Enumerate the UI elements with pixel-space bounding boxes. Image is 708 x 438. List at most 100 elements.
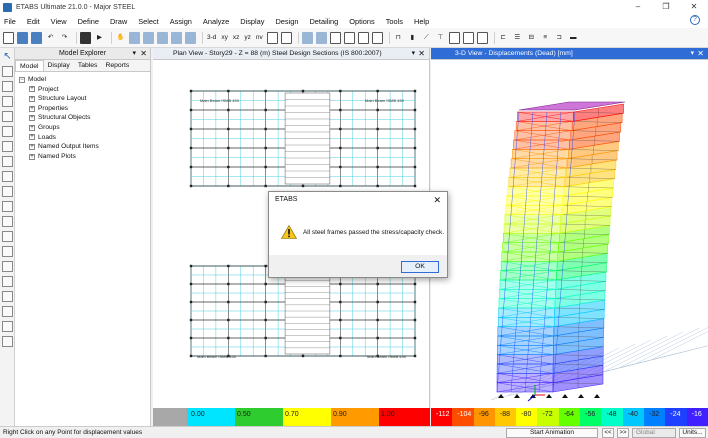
load-patterns-icon[interactable]: ≡ — [540, 32, 551, 44]
expand-icon[interactable]: + — [29, 86, 35, 93]
draw-dimension-icon[interactable] — [2, 216, 13, 227]
snap-grid-icon[interactable] — [2, 336, 13, 347]
set-display-options-icon[interactable] — [343, 31, 355, 44]
expand-icon[interactable]: + — [29, 124, 35, 131]
menu-edit[interactable]: Edit — [27, 17, 40, 26]
menu-detailing[interactable]: Detailing — [309, 17, 338, 26]
line-style-icon[interactable]: ▬ — [568, 32, 579, 44]
move-up-icon[interactable] — [301, 31, 313, 44]
next-button[interactable]: >> — [617, 428, 629, 438]
pan-icon[interactable]: ✋ — [115, 32, 126, 44]
tree-node-model[interactable]: − Model — [19, 75, 150, 85]
frame-sections-icon[interactable]: ☰ — [512, 32, 523, 44]
menu-assign[interactable]: Assign — [170, 17, 192, 26]
tree-node-structure-layout[interactable]: + Structure Layout — [19, 94, 150, 104]
section-designer-icon[interactable]: ⊏ — [498, 32, 509, 44]
clear-selection-icon[interactable] — [2, 276, 13, 287]
get-previous-selection-icon[interactable] — [2, 291, 13, 302]
3d-view-pane[interactable]: 3-D View - Displacements (Dead) [mm] ▾ ✕ — [431, 48, 708, 408]
view-3d-button[interactable]: 3-d — [206, 32, 217, 44]
tree-node-structural-objects[interactable]: + Structural Objects — [19, 113, 150, 123]
stiffness-icon[interactable]: ⊟ — [526, 32, 537, 44]
menu-design[interactable]: Design — [275, 17, 298, 26]
show-undeformed-icon[interactable] — [357, 31, 369, 44]
save-icon[interactable] — [31, 31, 42, 44]
menu-draw[interactable]: Draw — [110, 17, 127, 26]
snap-icon[interactable] — [2, 246, 13, 257]
select-all-icon[interactable] — [2, 261, 13, 272]
show-deformed-icon[interactable] — [371, 31, 383, 44]
tab-reports[interactable]: Reports — [101, 60, 133, 71]
open-icon[interactable] — [17, 31, 28, 44]
rotate-view-icon[interactable] — [266, 31, 278, 44]
pin-icon[interactable]: ▾ — [691, 48, 694, 60]
menu-view[interactable]: View — [51, 17, 67, 26]
collapse-icon[interactable]: − — [19, 76, 25, 83]
tree-node-loads[interactable]: + Loads — [19, 133, 150, 143]
units-button[interactable]: Units... — [679, 428, 706, 438]
tree-node-named-output-items[interactable]: + Named Output Items — [19, 142, 150, 152]
close-panel-icon[interactable]: ✕ — [140, 48, 147, 60]
menu-select[interactable]: Select — [138, 17, 159, 26]
close-view-icon[interactable]: ✕ — [697, 48, 704, 60]
perspective-icon[interactable] — [280, 31, 292, 44]
menu-options[interactable]: Options — [349, 17, 374, 26]
close-view-icon[interactable]: ✕ — [418, 48, 425, 60]
ok-button[interactable]: OK — [401, 261, 439, 273]
draw-reference-point-icon[interactable] — [2, 231, 13, 242]
coordinate-system-select[interactable]: Global — [632, 428, 676, 438]
maximize-button[interactable]: ❐ — [652, 0, 680, 14]
expand-icon[interactable]: + — [29, 105, 35, 112]
object-shrink-icon[interactable] — [329, 31, 341, 44]
start-animation-button[interactable]: Start Animation — [506, 428, 598, 438]
tab-display[interactable]: Display — [44, 60, 74, 71]
3d-model-canvas[interactable] — [431, 60, 708, 408]
tree-node-properties[interactable]: + Properties — [19, 104, 150, 114]
expand-icon[interactable]: + — [29, 143, 35, 150]
zoom-out-icon[interactable] — [157, 31, 168, 44]
menu-help[interactable]: Help — [414, 17, 429, 26]
draw-wall-icon[interactable] — [462, 31, 474, 44]
expand-icon[interactable]: + — [29, 134, 35, 141]
lock-icon[interactable] — [80, 31, 91, 44]
help-icon[interactable]: ? — [690, 15, 700, 25]
draw-column-tool-icon[interactable] — [2, 111, 13, 122]
draw-area-icon[interactable] — [448, 31, 460, 44]
menu-display[interactable]: Display — [240, 17, 264, 26]
draw-column-icon[interactable]: ▮ — [407, 32, 418, 44]
pin-icon[interactable]: ▾ — [412, 48, 415, 60]
undo-icon[interactable]: ↶ — [45, 32, 56, 44]
view-xy-button[interactable]: xy — [220, 32, 229, 44]
expand-icon[interactable]: + — [29, 115, 35, 122]
menu-tools[interactable]: Tools — [386, 17, 403, 26]
reshaper-icon[interactable] — [2, 66, 13, 77]
tab-model[interactable]: Model — [15, 60, 44, 71]
draw-floor-icon[interactable] — [476, 31, 488, 44]
view-xz-button[interactable]: xz — [232, 32, 241, 44]
draw-line-icon[interactable] — [2, 81, 13, 92]
run-analysis-icon[interactable]: ▶ — [94, 32, 105, 44]
draw-frame-icon[interactable]: ⊓ — [393, 32, 404, 44]
menu-file[interactable]: File — [4, 17, 16, 26]
draw-brace-tool-icon[interactable] — [2, 126, 13, 137]
draw-wall-tool-icon[interactable] — [2, 171, 13, 182]
draw-opening-icon[interactable] — [2, 156, 13, 167]
previous-button[interactable]: << — [602, 428, 614, 438]
zoom-previous-icon[interactable] — [185, 31, 196, 44]
close-button[interactable]: ✕ — [680, 0, 708, 14]
draw-beam-icon[interactable]: ⊤ — [435, 32, 446, 44]
tree-node-groups[interactable]: + Groups — [19, 123, 150, 133]
draw-slab-icon[interactable] — [2, 141, 13, 152]
zoom-all-icon[interactable] — [171, 31, 182, 44]
dialog-close-icon[interactable]: ✕ — [433, 192, 441, 208]
minimize-button[interactable]: – — [624, 0, 652, 14]
tab-tables[interactable]: Tables — [74, 60, 102, 71]
new-model-icon[interactable] — [3, 31, 14, 44]
draw-polyline-icon[interactable] — [2, 96, 13, 107]
view-nv-button[interactable]: nv — [255, 32, 264, 44]
draw-brace-icon[interactable]: ⟋ — [421, 32, 432, 44]
zoom-window-icon[interactable] — [129, 31, 140, 44]
zoom-in-icon[interactable] — [143, 31, 154, 44]
move-down-icon[interactable] — [315, 31, 327, 44]
expand-icon[interactable]: + — [29, 153, 35, 160]
